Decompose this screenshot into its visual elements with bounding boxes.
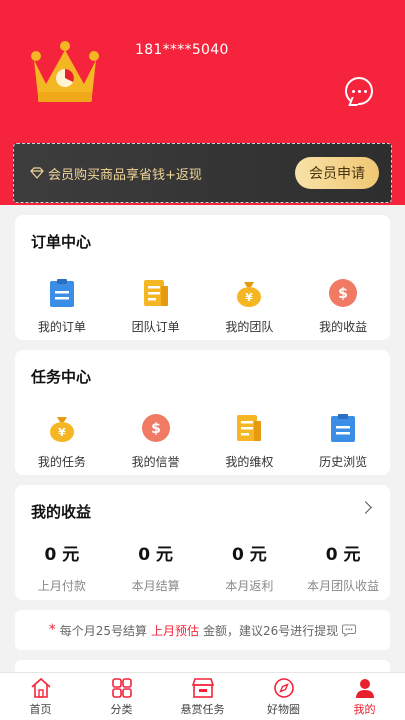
my-earnings-button[interactable]: $ 我的收益 (303, 278, 383, 335)
my-team-button[interactable]: ¥ 我的团队 (209, 278, 289, 335)
my-rights-button[interactable]: 我的维权 (209, 413, 289, 470)
document-icon (237, 415, 262, 441)
task-center-card: 任务中心 ¥ 我的任务 $ 我的信誉 我的维权 历史浏览 (15, 350, 390, 475)
history-button[interactable]: 历史浏览 (303, 413, 383, 470)
svg-text:$: $ (151, 421, 161, 437)
team-order-icon (143, 280, 168, 306)
notice-suffix: 金额，建议26号进行提现 (203, 623, 339, 638)
history-label: 历史浏览 (319, 455, 368, 469)
tab-category[interactable]: 分类 (81, 673, 162, 720)
svg-text:¥: ¥ (58, 426, 66, 439)
svg-text:¥: ¥ (246, 291, 254, 304)
dollar-coin-icon: $ (141, 414, 170, 442)
my-orders-button[interactable]: 我的订单 (22, 278, 102, 335)
notice-highlight: 上月预估 (150, 623, 199, 638)
earning-label: 本月返利 (225, 579, 274, 593)
my-tasks-label: 我的任务 (37, 455, 86, 469)
notice-prefix: 每个月25号结算 (59, 623, 147, 638)
order-center-title: 订单中心 (31, 233, 92, 251)
member-apply-button[interactable]: 会员申请 (295, 157, 379, 189)
order-center-card: 订单中心 我的订单 团队订单 ¥ 我的团队 $ 我的收益 (15, 215, 390, 340)
team-orders-button[interactable]: 团队订单 (116, 278, 196, 335)
earning-label: 上月付款 (37, 579, 86, 593)
bottom-tab-bar: 首页 分类 悬赏任务 好物圈 我的 (0, 672, 405, 720)
settlement-notice: * 每个月25号结算 上月预估 金额，建议26号进行提现 (15, 610, 390, 650)
month-team-earnings: 0 元 本月团队收益 (296, 540, 390, 594)
task-center-title: 任务中心 (31, 368, 92, 386)
svg-text:$: $ (338, 286, 348, 302)
my-earnings-label: 我的收益 (319, 320, 368, 334)
compass-icon (273, 677, 294, 698)
order-list-icon (49, 279, 74, 307)
tab-reward-tasks[interactable]: 悬赏任务 (162, 673, 243, 720)
earning-value: 0 元 (325, 545, 361, 565)
my-tasks-button[interactable]: ¥ 我的任务 (22, 413, 102, 470)
month-rebate: 0 元 本月返利 (203, 540, 297, 594)
money-bag-icon: ¥ (49, 417, 74, 442)
earning-label: 本月结算 (131, 579, 180, 593)
earning-value: 0 元 (138, 545, 173, 565)
tab-mine-label: 我的 (353, 702, 376, 716)
earning-value: 0 元 (44, 545, 80, 565)
tab-goods-circle[interactable]: 好物圈 (243, 673, 324, 720)
home-icon (30, 677, 51, 698)
earning-label: 本月团队收益 (307, 579, 380, 593)
chat-bubble-icon[interactable] (345, 77, 373, 105)
tab-category-label: 分类 (110, 702, 133, 716)
month-settlement: 0 元 本月结算 (109, 540, 203, 594)
history-list-icon (331, 414, 356, 442)
dollar-coin-icon: $ (329, 279, 358, 307)
user-icon (355, 678, 374, 698)
my-orders-label: 我的订单 (37, 320, 86, 334)
tab-mine[interactable]: 我的 (324, 673, 405, 720)
my-credit-label: 我的信誉 (131, 455, 180, 469)
tab-reward-tasks-label: 悬赏任务 (180, 702, 225, 716)
tab-home-label: 首页 (29, 702, 52, 716)
user-phone: 181****5040 (135, 42, 229, 58)
category-grid-icon (111, 677, 132, 698)
tab-home[interactable]: 首页 (0, 673, 81, 720)
team-orders-label: 团队订单 (131, 320, 180, 334)
comment-icon[interactable] (342, 624, 357, 637)
crown-icon (31, 41, 99, 102)
my-credit-button[interactable]: $ 我的信誉 (116, 413, 196, 470)
earning-value: 0 元 (232, 545, 267, 565)
my-team-label: 我的团队 (225, 320, 274, 334)
store-icon (191, 677, 214, 698)
earnings-card[interactable]: 我的收益 0 元 上月付款 0 元 本月结算 0 元 本月返利 0 元 本月团队… (15, 485, 390, 600)
member-promo-text: 会员购买商品享省钱+返现 (48, 167, 202, 183)
money-bag-icon: ¥ (237, 282, 262, 307)
my-rights-label: 我的维权 (225, 455, 274, 469)
tab-goods-circle-label: 好物圈 (267, 702, 300, 716)
member-promo-bar: 会员购买商品享省钱+返现 会员申请 (13, 143, 392, 203)
diamond-icon (30, 167, 44, 179)
last-month-payment: 0 元 上月付款 (15, 540, 109, 594)
earnings-title: 我的收益 (31, 503, 92, 521)
asterisk-icon: * (48, 622, 56, 638)
